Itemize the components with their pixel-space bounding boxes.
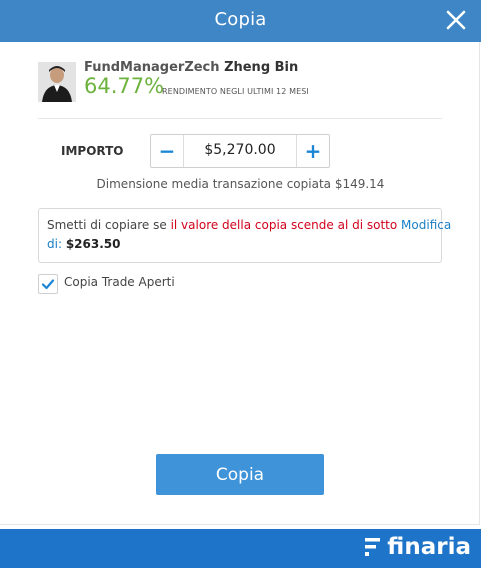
amount-label: IMPORTO bbox=[61, 144, 124, 158]
copy-open-trades-label[interactable]: Copia Trade Aperti bbox=[64, 275, 175, 289]
trader-handle[interactable]: FundManagerZech bbox=[84, 60, 220, 75]
stop-copy-box: Smetti di copiare se il valore della cop… bbox=[38, 208, 451, 263]
stop-copy-condition: il valore della copia scende al di sotto bbox=[170, 218, 398, 232]
finaria-logo-icon bbox=[365, 538, 381, 556]
plus-icon: + bbox=[304, 139, 322, 163]
edit-stop-link[interactable]: Modifica bbox=[401, 218, 451, 232]
edit-stop-link-continued[interactable]: di: bbox=[47, 237, 62, 251]
copy-open-trades-checkbox[interactable] bbox=[38, 274, 58, 294]
avatar bbox=[38, 62, 76, 102]
trader-full-name: Zheng Bin bbox=[224, 60, 299, 75]
stop-copy-value: $263.50 bbox=[65, 237, 121, 251]
trader-gain: 64.77% bbox=[84, 74, 165, 98]
trader-gain-label: RENDIMENTO NEGLI ULTIMI 12 MESI bbox=[162, 87, 309, 96]
average-trade-size: Dimensione media transazione copiata $14… bbox=[96, 177, 385, 191]
checkmark-icon bbox=[41, 279, 55, 290]
decrease-amount-button[interactable]: − bbox=[151, 135, 184, 167]
increase-amount-button[interactable]: + bbox=[296, 135, 329, 167]
stop-copy-text: Smetti di copiare se il valore della cop… bbox=[47, 218, 451, 232]
copy-button[interactable]: Copia bbox=[156, 454, 324, 495]
stop-copy-value-line: di: $263.50 bbox=[47, 237, 120, 251]
footer: finaria bbox=[0, 529, 481, 568]
dialog-header: Copia bbox=[0, 0, 481, 42]
minus-icon: − bbox=[158, 139, 176, 163]
dialog-title: Copia bbox=[214, 9, 267, 30]
amount-stepper: − $5,270.00 + bbox=[150, 134, 330, 168]
divider bbox=[38, 118, 442, 119]
stop-copy-prefix: Smetti di copiare se bbox=[47, 218, 171, 232]
close-icon[interactable] bbox=[445, 9, 467, 31]
amount-input[interactable]: $5,270.00 bbox=[185, 142, 295, 158]
trader-name[interactable]: FundManagerZech Zheng Bin bbox=[84, 60, 298, 75]
finaria-logo[interactable]: finaria bbox=[365, 534, 471, 560]
brand-name: finaria bbox=[387, 534, 471, 560]
